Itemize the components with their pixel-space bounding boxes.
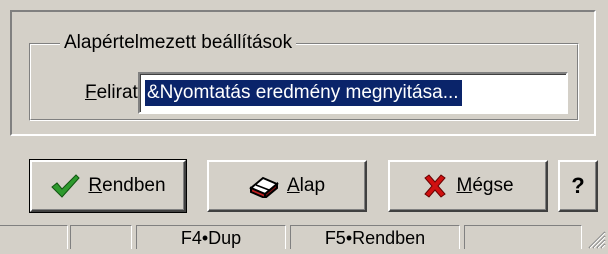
caption-label-rest: elirat [96,82,138,103]
help-button[interactable]: ? [558,160,598,212]
status-bar: F4•Dup F5•Rendben [0,222,608,249]
reset-default-button[interactable]: Alap [207,160,367,212]
status-cell-f5-rendben: F5•Rendben [290,225,460,249]
caption-input[interactable]: &Nyomtatás eredmény megnyitása... [138,72,568,114]
red-x-icon [422,173,448,199]
status-cell-5 [464,225,582,249]
ok-button[interactable]: Rendben [29,159,187,213]
checkmark-icon [50,173,81,199]
reset-default-mnemonic: A [286,175,300,196]
ok-button-label: endben [102,175,166,196]
eraser-icon [249,174,279,198]
cancel-button-mnemonic: M [456,175,473,196]
group-legend: Alapértelmezett beállítások [60,32,297,54]
cancel-button[interactable]: Mégse [388,160,548,212]
caption-input-value: &Nyomtatás eredmény megnyitása... [145,80,462,106]
caption-label: Felirat [85,82,138,104]
caption-label-mnemonic: F [85,82,97,103]
reset-default-label: lap [299,175,326,196]
cancel-button-label: égse [472,175,514,196]
ok-button-mnemonic: R [88,175,103,196]
help-button-label: ? [571,173,585,198]
status-cell-1 [0,225,68,249]
dialog-window: Alapértelmezett beállítások Felirat &Nyo… [0,0,608,249]
resize-grip-icon[interactable] [584,227,606,249]
status-cell-f4-dup: F4•Dup [136,225,286,249]
status-cell-2 [70,225,132,249]
